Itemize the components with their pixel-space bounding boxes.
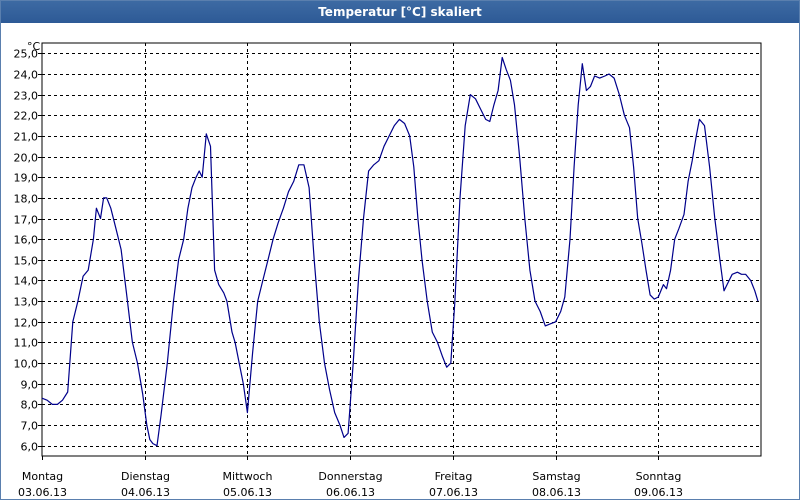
y-tick-label: 15,0	[14, 255, 39, 268]
y-tick-label: 20,0	[14, 152, 39, 165]
x-tick-date-label: 09.06.13	[634, 486, 683, 499]
y-tick-label: 7,0	[21, 420, 39, 433]
x-tick-day-label: Samstag	[532, 470, 580, 483]
y-tick-label: 14,0	[14, 275, 39, 288]
x-tick-date-label: 05.06.13	[223, 486, 272, 499]
x-tick-day-label: Sonntag	[636, 470, 682, 483]
chart-window: Temperatur [°C] skaliert 6,0 7,0 8,0 9,0 10,…	[0, 0, 800, 500]
y-tick-label: 16,0	[14, 234, 39, 247]
y-tick-label: 21,0	[14, 131, 39, 144]
temperature-chart: 6,0 7,0 8,0 9,0 10,0 11,0 12,0 13,0 14,0 15,0 16,0…	[14, 40, 762, 499]
x-tick-date-label: 06.06.13	[326, 486, 375, 499]
y-tick-labels: 6,0 7,0 8,0 9,0 10,0 11,0 12,0 13,0 14,0 15,0 16,0…	[14, 48, 39, 454]
y-tick-label: 9,0	[21, 379, 39, 392]
y-tick-label: 18,0	[14, 193, 39, 206]
y-tick-label: 24,0	[14, 69, 39, 82]
y-tick-label: 10,0	[14, 358, 39, 371]
y-tick-label: 17,0	[14, 214, 39, 227]
y-tick-label: 8,0	[21, 399, 39, 412]
y-tick-label: 11,0	[14, 337, 39, 350]
plot-frame	[41, 42, 762, 457]
y-tick-label: 22,0	[14, 110, 39, 123]
x-tick-day-label: Montag	[22, 470, 63, 483]
y-axis-label: °C	[27, 40, 41, 53]
x-tick-day-label: Freitag	[435, 470, 473, 483]
x-tick-date-label: 04.06.13	[121, 486, 170, 499]
y-tick-label: 19,0	[14, 172, 39, 185]
grid	[42, 43, 761, 456]
axes	[38, 42, 762, 460]
y-tick-label: 13,0	[14, 296, 39, 309]
x-tick-day-label: Donnerstag	[318, 470, 382, 483]
x-tick-labels: Montag 03.06.13 Dienstag 04.06.13 Mittwoch 05…	[18, 470, 683, 499]
x-tick-date-label: 08.06.13	[532, 486, 581, 499]
y-tick-label: 23,0	[14, 90, 39, 103]
x-tick-date-label: 03.06.13	[18, 486, 67, 499]
x-tick-day-label: Dienstag	[121, 470, 170, 483]
x-tick-day-label: Mittwoch	[223, 470, 273, 483]
x-tick-date-label: 07.06.13	[429, 486, 478, 499]
y-tick-label: 6,0	[21, 441, 39, 454]
y-tick-label: 12,0	[14, 317, 39, 330]
